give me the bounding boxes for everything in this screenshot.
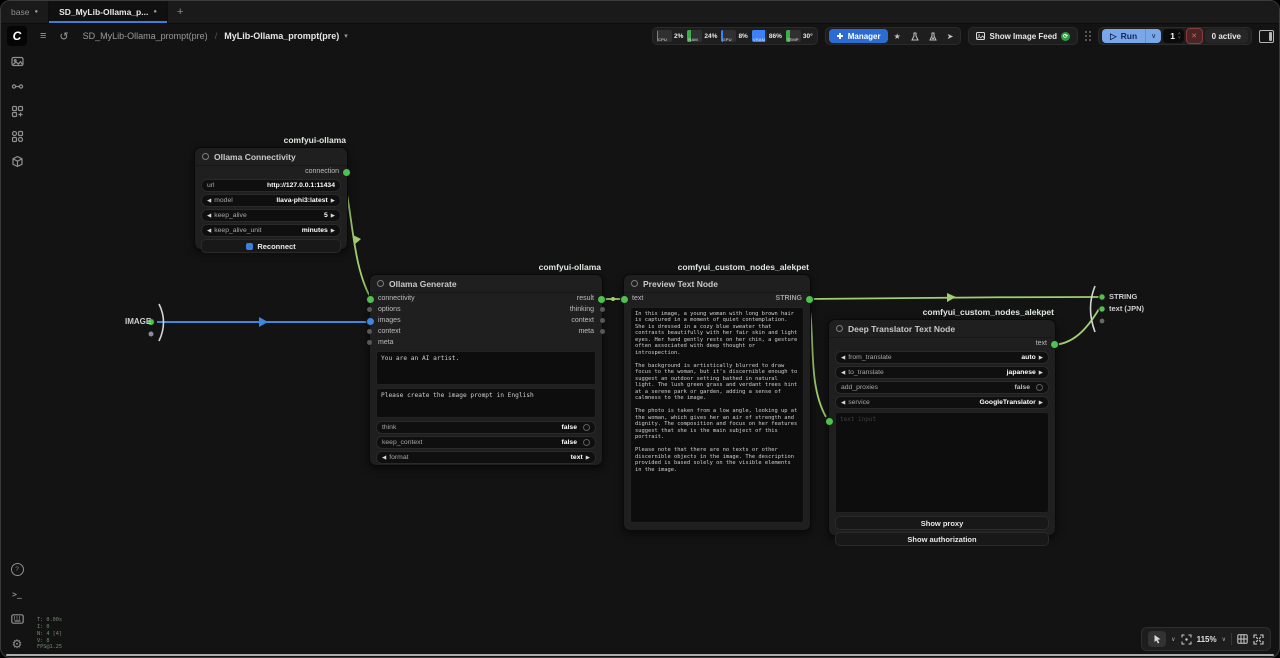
slot-row: connectivity result xyxy=(370,293,602,304)
output-dot[interactable] xyxy=(600,318,605,323)
widget-keep-alive-unit[interactable]: ◀ keep_alive_unit minutes ▶ xyxy=(201,224,341,237)
widget-add-proxies[interactable]: add_proxies false xyxy=(835,381,1049,394)
collapse-dot-icon[interactable] xyxy=(631,280,638,287)
widget-keep-alive[interactable]: ◀ keep_alive 5 ▶ xyxy=(201,209,341,222)
node-title: Ollama Connectivity xyxy=(214,152,296,162)
node-deep-translator[interactable]: comfyui_custom_nodes_alekpet Deep Transl… xyxy=(828,319,1056,536)
translate-textarea[interactable]: text input xyxy=(835,412,1049,513)
reconnect-icon xyxy=(246,243,253,250)
reconnect-button[interactable]: Reconnect xyxy=(201,239,341,253)
window-bottom-edge xyxy=(6,654,1274,656)
input-dot[interactable] xyxy=(620,295,629,304)
arrow-left-icon: ◀ xyxy=(841,400,845,406)
perf-stats: T: 0.00s I: 0 N: 4 [4] V: 8 FPS@1.25 xyxy=(37,617,62,651)
input-dot[interactable] xyxy=(367,307,372,312)
node-header[interactable]: Ollama Generate xyxy=(370,275,602,293)
chevron-down-icon[interactable]: ∨ xyxy=(1222,636,1226,643)
widget-from-translate[interactable]: ◀ from_translate auto ▶ xyxy=(835,351,1049,364)
minimap-icon[interactable] xyxy=(1237,634,1248,644)
widget-think[interactable]: think false xyxy=(376,421,596,434)
arrow-right-icon: ▶ xyxy=(331,213,335,219)
zoom-level-value[interactable]: 115% xyxy=(1197,635,1217,644)
input-dot[interactable] xyxy=(367,329,372,334)
widget-model[interactable]: ◀ model llava-phi3:latest ▶ xyxy=(201,194,341,207)
chevron-down-icon[interactable]: ∨ xyxy=(1171,636,1175,643)
widget-keep-context[interactable]: keep_context false xyxy=(376,436,596,449)
output-dot[interactable] xyxy=(600,307,605,312)
comfyui-app: base ● SD_MyLib-Ollama_p... ● + C ≡ ↺ SD… xyxy=(0,0,1280,658)
arrow-left-icon: ◀ xyxy=(207,213,211,219)
node-source-badge: comfyui-ollama xyxy=(284,135,346,145)
image-marker-label[interactable]: IMAGE xyxy=(125,317,151,326)
node-ollama-generate[interactable]: comfyui-ollama Ollama Generate connectiv… xyxy=(369,274,603,466)
widget-service[interactable]: ◀ service GoogleTranslator ▶ xyxy=(835,396,1049,409)
jpn-marker-label[interactable]: text (JPN) xyxy=(1109,304,1144,313)
slot-row: images context xyxy=(370,315,602,326)
arrow-right-icon: ▶ xyxy=(1039,400,1043,406)
input-dot[interactable] xyxy=(366,295,375,304)
input-dot[interactable] xyxy=(366,317,375,326)
node-header[interactable]: Preview Text Node xyxy=(624,275,810,293)
arrow-right-icon: ▶ xyxy=(1039,355,1043,361)
slot-row: meta xyxy=(370,337,602,348)
node-preview-text[interactable]: comfyui_custom_nodes_alekpet Preview Tex… xyxy=(623,274,811,531)
fullscreen-icon[interactable] xyxy=(1253,634,1264,645)
node-source-badge: comfyui_custom_nodes_alekpet xyxy=(678,262,809,272)
collapse-dot-icon[interactable] xyxy=(836,325,843,332)
cursor-icon xyxy=(1153,634,1162,644)
collapse-dot-icon[interactable] xyxy=(377,280,384,287)
toggle-icon[interactable] xyxy=(583,424,590,431)
arrow-right-icon: ▶ xyxy=(331,198,335,204)
node-title: Ollama Generate xyxy=(389,279,457,289)
canvas-toolbar: ∨ 115% ∨ xyxy=(1141,627,1271,651)
node-header[interactable]: Deep Translator Text Node xyxy=(829,320,1055,338)
node-source-badge: comfyui-ollama xyxy=(539,262,601,272)
widget-url[interactable]: url http://127.0.0.1:11434 xyxy=(201,179,341,192)
output-slot-connection: connection xyxy=(195,166,347,177)
output-slot-text: text xyxy=(829,338,1055,349)
system-prompt-textarea[interactable]: You are an AI artist. xyxy=(376,351,596,385)
output-dot[interactable] xyxy=(805,295,814,304)
fit-view-icon[interactable] xyxy=(1181,634,1192,645)
arrow-right-icon: ▶ xyxy=(586,455,590,461)
string-marker-label[interactable]: STRING xyxy=(1109,292,1137,301)
output-dot[interactable] xyxy=(600,329,605,334)
slot-row: context meta xyxy=(370,326,602,337)
widget-format[interactable]: ◀ format text ▶ xyxy=(376,451,596,464)
input-dot-text[interactable] xyxy=(825,417,834,426)
show-proxy-button[interactable]: Show proxy xyxy=(835,516,1049,530)
arrow-right-icon: ▶ xyxy=(1039,370,1043,376)
show-authorization-button[interactable]: Show authorization xyxy=(835,532,1049,546)
node-title: Deep Translator Text Node xyxy=(848,324,955,334)
output-dot[interactable] xyxy=(342,168,351,177)
preview-text-body[interactable]: In this image, a young woman with long b… xyxy=(630,307,804,523)
arrow-left-icon: ◀ xyxy=(841,370,845,376)
arrow-left-icon: ◀ xyxy=(207,228,211,234)
slot-row: options thinking xyxy=(370,304,602,315)
arrow-left-icon: ◀ xyxy=(382,455,386,461)
arrow-right-icon: ▶ xyxy=(331,228,335,234)
node-source-badge: comfyui_custom_nodes_alekpet xyxy=(923,307,1054,317)
output-dot[interactable] xyxy=(1050,340,1059,349)
collapse-dot-icon[interactable] xyxy=(202,153,209,160)
toggle-icon[interactable] xyxy=(1036,384,1043,391)
arrow-left-icon: ◀ xyxy=(841,355,845,361)
node-title: Preview Text Node xyxy=(643,279,718,289)
node-ollama-connectivity[interactable]: comfyui-ollama Ollama Connectivity conne… xyxy=(194,147,348,250)
graph-canvas[interactable]: IMAGE STRING text (JPN) comfyui-ollama O… xyxy=(1,1,1279,657)
user-prompt-textarea[interactable]: Please create the image prompt in Englis… xyxy=(376,388,596,418)
widget-to-translate[interactable]: ◀ to_translate japanese ▶ xyxy=(835,366,1049,379)
select-tool-button[interactable] xyxy=(1148,631,1166,647)
slot-row: text STRING xyxy=(624,293,810,304)
arrow-left-icon: ◀ xyxy=(207,198,211,204)
toggle-icon[interactable] xyxy=(583,439,590,446)
node-header[interactable]: Ollama Connectivity xyxy=(195,148,347,166)
input-dot[interactable] xyxy=(367,340,372,345)
output-dot[interactable] xyxy=(597,295,606,304)
